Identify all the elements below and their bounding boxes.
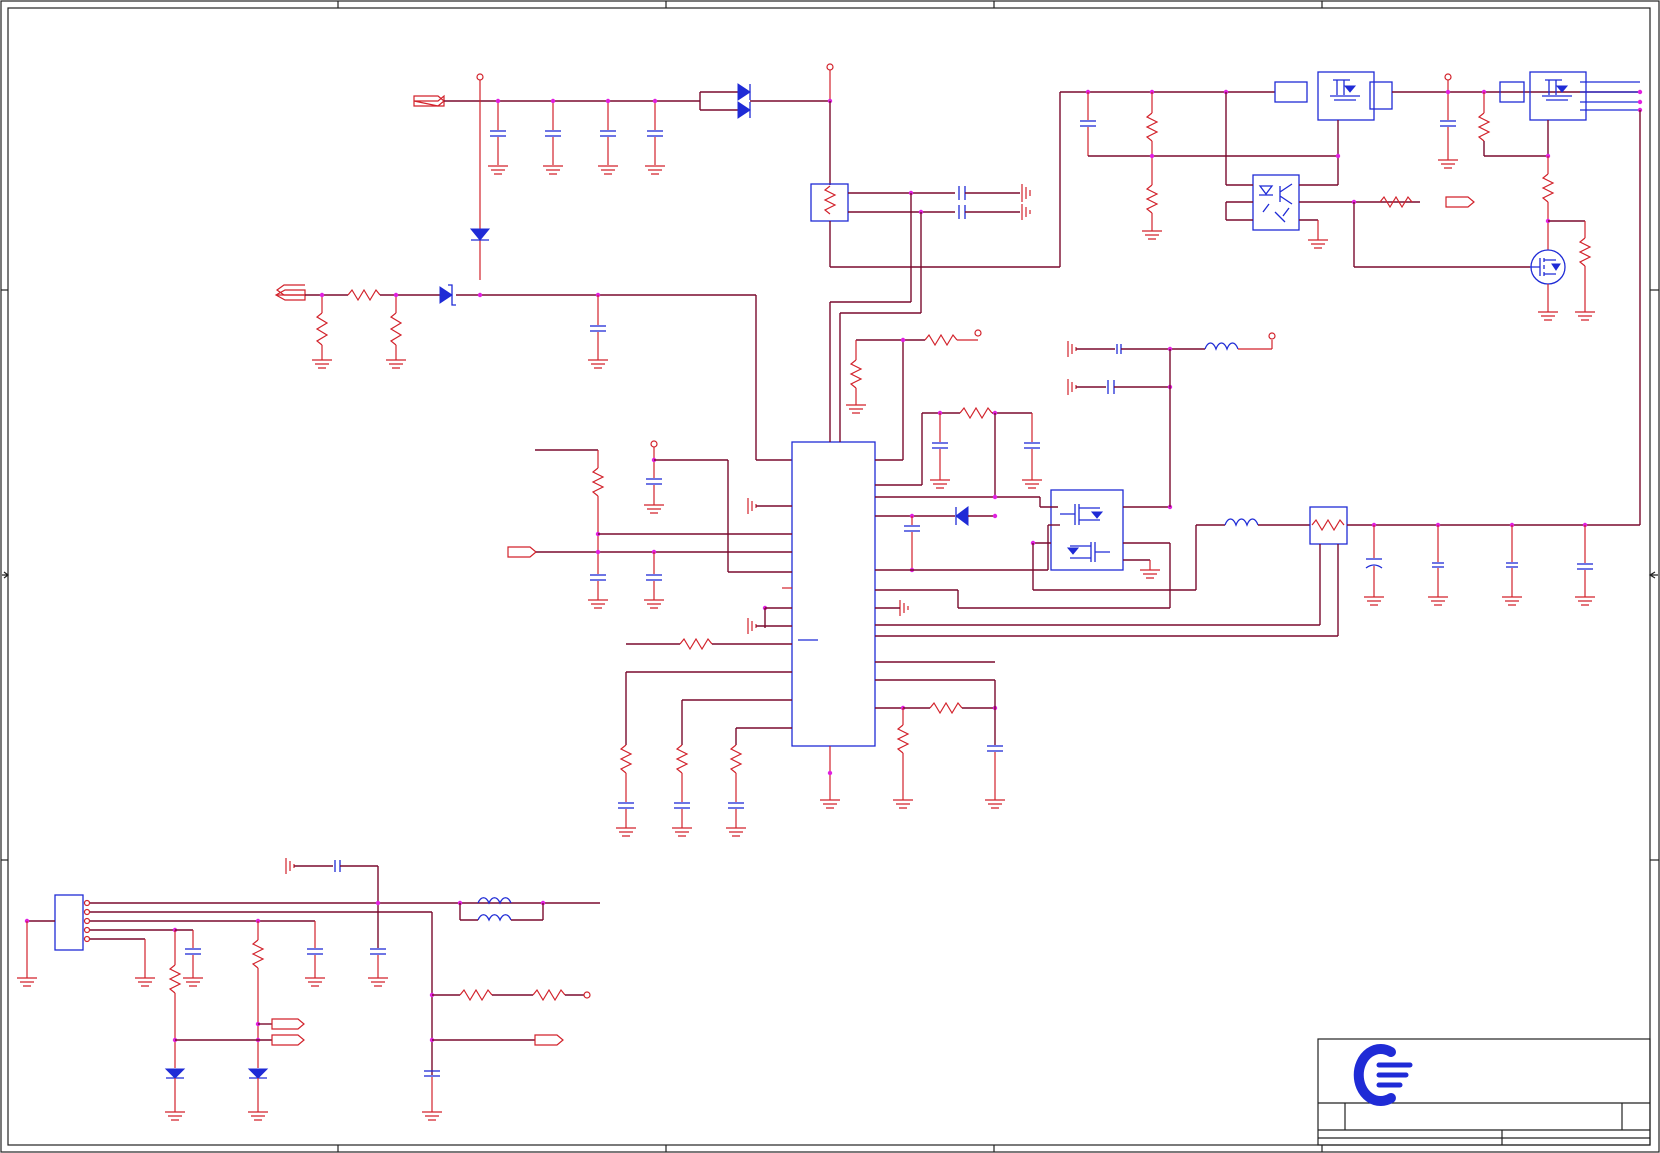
bias-section [846,329,1048,573]
load-switch-section [1080,71,1643,321]
connector-section [17,858,600,1121]
pin-network-left [507,440,1005,837]
input-filter [1067,332,1276,507]
current-sense-block [810,91,1275,442]
feedback-network [274,228,792,461]
controller-ic [791,441,876,809]
schematic-sheet [0,0,1660,1153]
schematic-canvas [0,0,1660,1153]
company-logo [1353,1044,1413,1106]
input-rail-section [413,63,834,280]
